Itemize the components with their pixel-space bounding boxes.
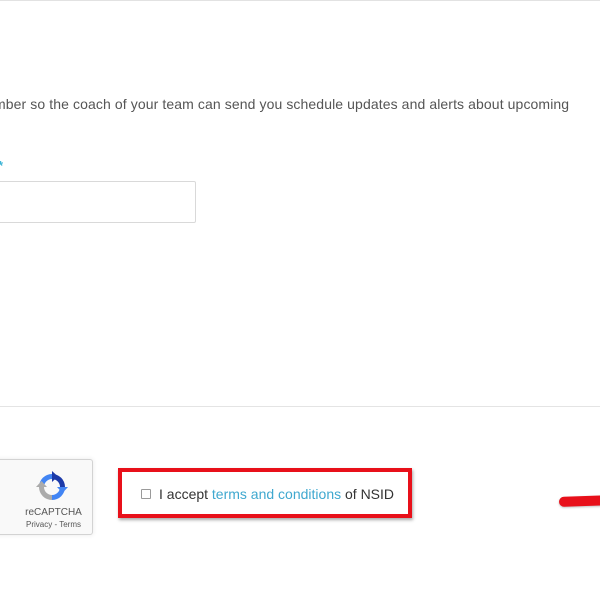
recaptcha-terms-link[interactable]: Terms [59,520,81,529]
top-divider [0,0,600,1]
required-asterisk: * [0,158,3,173]
terms-prefix: I accept [159,486,212,502]
annotation-red-marker [558,495,600,507]
recaptcha-label: reCAPTCHA [25,507,82,518]
terms-text: I accept terms and conditions of NSID [159,486,394,502]
terms-checkbox[interactable] [141,489,151,499]
terms-suffix: of NSID [341,486,395,502]
recaptcha-privacy-link[interactable]: Privacy [26,520,52,529]
recaptcha-widget[interactable]: reCAPTCHA Privacy - Terms [0,459,93,535]
section-divider [0,406,600,407]
recaptcha-links: Privacy - Terms [0,520,112,529]
terms-and-conditions-link[interactable]: terms and conditions [212,486,341,502]
terms-row: I accept terms and conditions of NSID [141,486,394,502]
phone-input[interactable] [0,181,196,223]
phone-description: mber so the coach of your team can send … [0,96,570,112]
recaptcha-icon [36,471,68,500]
